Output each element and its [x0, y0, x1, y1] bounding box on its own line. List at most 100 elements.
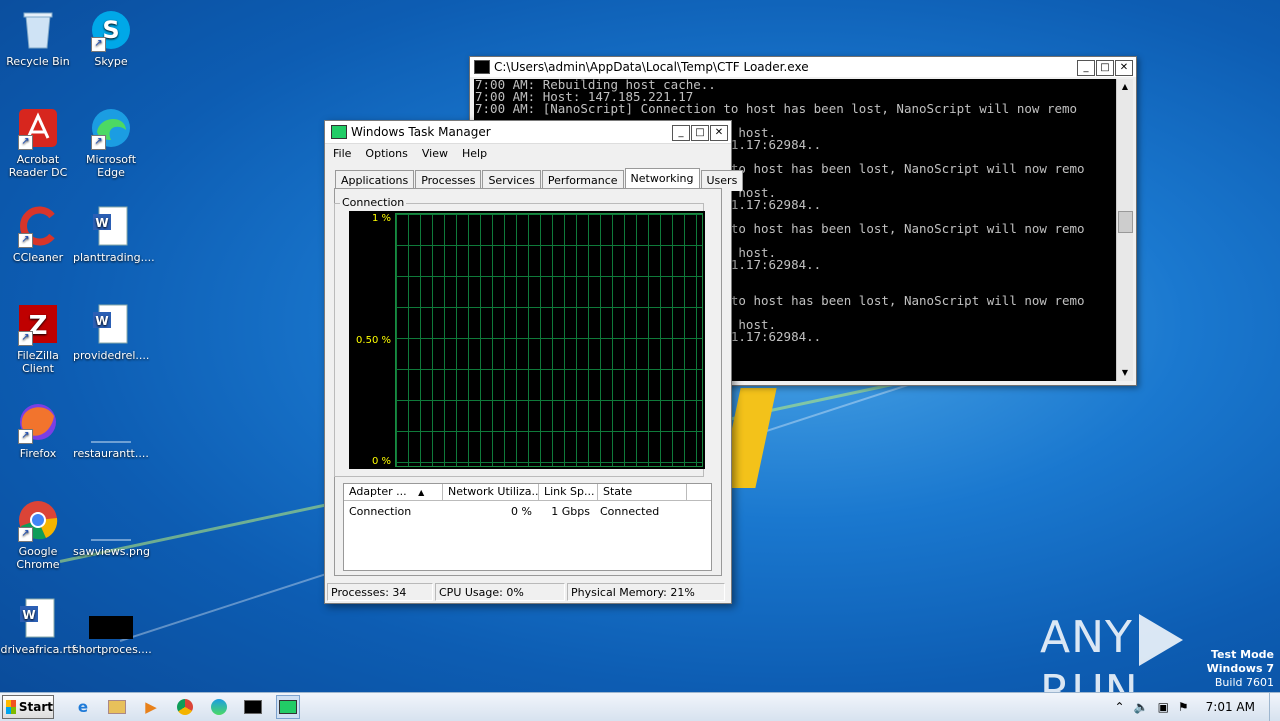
console-taskbar-icon[interactable]	[242, 696, 264, 718]
minimize-icon[interactable]: _	[1077, 60, 1095, 76]
close-icon[interactable]: ✕	[710, 125, 728, 141]
word-doc-icon: W	[89, 302, 133, 346]
table-row[interactable]: Connection 0 % 1 Gbps Connected	[344, 501, 711, 518]
task-manager-title: Windows Task Manager	[351, 125, 491, 139]
menu-options[interactable]: Options	[365, 147, 407, 160]
chrome-icon: ↗	[16, 498, 60, 542]
shortcut-arrow-icon: ↗	[18, 429, 33, 444]
status-cpu: CPU Usage: 0%	[435, 583, 565, 601]
desktop-icon-ccleaner[interactable]: ↗ CCleaner	[0, 204, 76, 264]
status-memory: Physical Memory: 21%	[567, 583, 725, 601]
console-scrollbar[interactable]: ▲ ▼	[1116, 79, 1133, 381]
graph-plot-area	[395, 213, 703, 467]
acrobat-icon: ↗	[16, 106, 60, 150]
scroll-down-icon[interactable]: ▼	[1117, 365, 1133, 381]
chrome-taskbar-icon[interactable]	[174, 696, 196, 718]
axis-label-bottom: 0 %	[371, 456, 391, 467]
desktop-icon-restaurant[interactable]: restaurantt....	[73, 400, 149, 460]
cell-utilization: 0 %	[511, 505, 532, 518]
svg-text:W: W	[95, 216, 108, 230]
desktop-icon-providedrel[interactable]: W providedrel....	[73, 302, 149, 362]
maximize-icon[interactable]: □	[1096, 60, 1114, 76]
adapter-list[interactable]: Adapter ... ▲ Network Utiliza... Link Sp…	[343, 483, 712, 571]
console-window-buttons: _ □ ✕	[1077, 60, 1133, 76]
desktop-icon-firefox[interactable]: ↗ Firefox	[0, 400, 76, 460]
minimize-icon[interactable]: _	[672, 125, 690, 141]
media-player-icon[interactable]: ▶	[140, 696, 162, 718]
black-image-icon	[89, 596, 133, 640]
task-manager-taskbar-icon[interactable]	[276, 695, 300, 719]
menu-view[interactable]: View	[422, 147, 448, 160]
network-icon[interactable]: ▣	[1158, 700, 1169, 714]
console-line: 7:00 AM: [NanoScript] Connection to host…	[475, 101, 1078, 116]
edge-taskbar-icon[interactable]	[208, 696, 230, 718]
close-icon[interactable]: ✕	[1115, 60, 1133, 76]
shortcut-arrow-icon: ↗	[18, 527, 33, 542]
status-processes: Processes: 34	[327, 583, 433, 601]
shortcut-arrow-icon: ↗	[18, 331, 33, 346]
network-graph: 1 % 0.50 % 0 %	[349, 211, 705, 469]
menu-help[interactable]: Help	[462, 147, 487, 160]
file-explorer-icon[interactable]	[106, 696, 128, 718]
desktop-icon-planttrading[interactable]: W planttrading....	[73, 204, 155, 264]
desktop-icon-shortproces[interactable]: shortproces....	[73, 596, 152, 656]
task-manager-window-buttons: _ □ ✕	[672, 125, 728, 141]
status-bar: Processes: 34 CPU Usage: 0% Physical Mem…	[327, 583, 727, 601]
internet-explorer-icon[interactable]: e	[72, 696, 94, 718]
shortcut-arrow-icon: ↗	[18, 233, 33, 248]
task-manager-app-icon	[331, 125, 347, 139]
connection-group-label: Connection	[340, 196, 407, 209]
show-hidden-icons-icon[interactable]: ⌃	[1115, 700, 1125, 714]
column-adapter[interactable]: Adapter ... ▲	[344, 484, 443, 500]
column-network-utilization[interactable]: Network Utiliza...	[443, 484, 539, 500]
desktop-icon-acrobat[interactable]: ↗ Acrobat Reader DC	[0, 106, 76, 179]
scroll-thumb[interactable]	[1118, 211, 1133, 233]
start-button[interactable]: Start	[2, 695, 54, 719]
axis-label-mid: 0.50 %	[356, 335, 391, 346]
console-titlebar[interactable]: C:\Users\admin\AppData\Local\Temp\CTF Lo…	[470, 57, 1136, 77]
clock[interactable]: 7:01 AM	[1206, 700, 1255, 714]
svg-text:W: W	[95, 314, 108, 328]
task-manager-titlebar[interactable]: Windows Task Manager	[325, 121, 731, 144]
column-link-speed[interactable]: Link Sp...	[539, 484, 598, 500]
console-title: C:\Users\admin\AppData\Local\Temp\CTF Lo…	[494, 60, 809, 74]
scroll-up-icon[interactable]: ▲	[1117, 79, 1133, 95]
edge-icon: ↗	[89, 106, 133, 150]
desktop-icon-driveafrica[interactable]: W driveafrica.rtf	[0, 596, 76, 656]
desktop-icon-filezilla[interactable]: Z ↗ FileZilla Client	[0, 302, 76, 375]
shortcut-arrow-icon: ↗	[91, 135, 106, 150]
show-desktop-button[interactable]	[1269, 693, 1280, 721]
sort-ascending-icon: ▲	[418, 488, 425, 497]
desktop-icon-edge[interactable]: ↗ Microsoft Edge	[73, 106, 149, 179]
column-state[interactable]: State	[598, 484, 687, 500]
menu-file[interactable]: File	[333, 147, 351, 160]
task-manager-window[interactable]: Windows Task Manager _ □ ✕ File Options …	[324, 120, 744, 604]
adapter-list-header: Adapter ... ▲ Network Utiliza... Link Sp…	[344, 484, 711, 501]
menu-bar: File Options View Help	[325, 144, 731, 163]
cell-link-speed: 1 Gbps	[551, 505, 590, 518]
skype-icon: S ↗	[89, 8, 133, 52]
taskbar: Start e ▶ ⌃ 🔈 ▣ ⚑ 7:01 AM	[0, 692, 1280, 721]
maximize-icon[interactable]: □	[691, 125, 709, 141]
shortcut-arrow-icon: ↗	[91, 37, 106, 52]
desktop-icon-recycle-bin[interactable]: Recycle Bin	[0, 8, 76, 68]
svg-text:W: W	[22, 608, 35, 622]
recycle-bin-icon	[16, 8, 60, 52]
desktop-icon-chrome[interactable]: ↗ Google Chrome	[0, 498, 76, 571]
image-file-icon	[89, 498, 133, 542]
word-doc-icon: W	[89, 204, 133, 248]
blank-file-icon	[89, 400, 133, 444]
word-doc-icon: W	[16, 596, 60, 640]
speaker-icon[interactable]: 🔈	[1134, 700, 1149, 714]
console-app-icon	[474, 60, 490, 74]
shortcut-arrow-icon: ↗	[18, 135, 33, 150]
filezilla-icon: Z ↗	[16, 302, 60, 346]
firefox-icon: ↗	[16, 400, 60, 444]
action-center-flag-icon[interactable]: ⚑	[1178, 700, 1189, 714]
cell-adapter: Connection	[349, 505, 412, 518]
axis-label-top: 1 %	[371, 213, 391, 224]
cell-state: Connected	[600, 505, 660, 518]
desktop-icon-sawviews[interactable]: sawviews.png	[73, 498, 150, 558]
desktop-icon-skype[interactable]: S ↗ Skype	[73, 8, 149, 68]
ccleaner-icon: ↗	[16, 204, 60, 248]
